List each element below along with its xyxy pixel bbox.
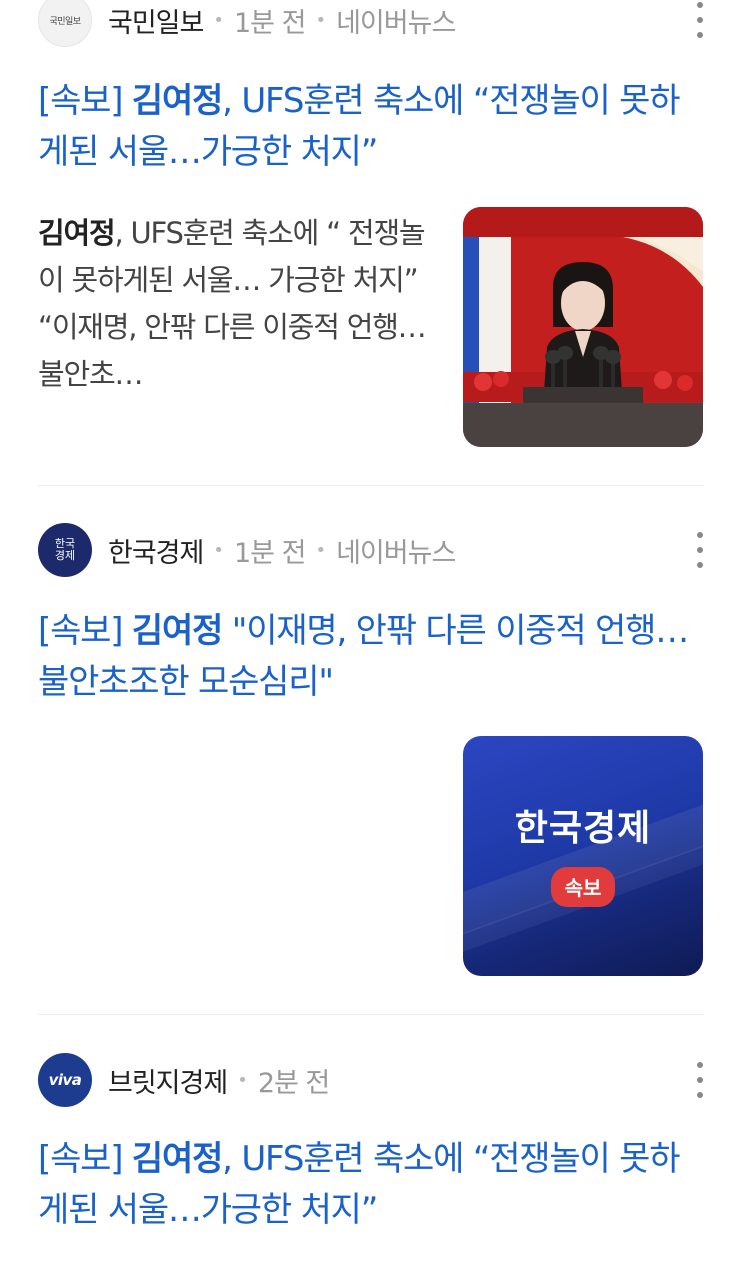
- divider: [38, 1014, 704, 1015]
- source-label[interactable]: 네이버뉴스: [336, 531, 456, 570]
- press-name[interactable]: 한국경제: [108, 531, 204, 570]
- separator-dot: •: [315, 539, 327, 561]
- headline-link[interactable]: [속보] 김여정 "이재명, 안팎 다른 이중적 언행…불안초조한 모순심리": [38, 606, 708, 708]
- press-name[interactable]: 국민일보: [108, 1, 204, 40]
- more-options-icon[interactable]: [694, 532, 706, 568]
- source-label[interactable]: 네이버뉴스: [336, 1, 456, 40]
- article-thumbnail[interactable]: 한국경제 속보: [463, 736, 703, 976]
- article-summary[interactable]: 김여정, UFS훈련 축소에 “ 전쟁놀이 못하게된 서울… 가긍한 처지” “…: [38, 210, 433, 398]
- breaking-badge: 속보: [550, 867, 616, 907]
- headline-keyword: 김여정: [131, 611, 223, 651]
- separator-dot: •: [315, 9, 327, 31]
- separator-dot: •: [237, 1069, 248, 1091]
- more-options-icon[interactable]: [694, 1062, 706, 1098]
- news-item-meta: 한국 경제 한국경제 • 1분 전 • 네이버뉴스: [38, 522, 740, 578]
- press-logo[interactable]: 국민일보: [38, 0, 92, 47]
- headline-link[interactable]: [속보] 김여정, UFS훈련 축소에 “전쟁놀이 못하게된 서울…가긍한 처지…: [38, 76, 708, 178]
- published-time: 1분 전: [234, 7, 306, 39]
- published-time: 1분 전: [234, 537, 306, 569]
- published-time: 2분 전: [257, 1067, 330, 1099]
- press-logo[interactable]: 한국 경제: [38, 523, 92, 577]
- separator-dot: •: [213, 539, 224, 561]
- news-item-meta: viva 브릿지경제 • 2분 전: [38, 1052, 740, 1108]
- divider: [38, 485, 704, 486]
- news-item-meta: 국민일보 국민일보 • 1분 전 • 네이버뉴스: [38, 0, 740, 48]
- press-name[interactable]: 브릿지경제: [108, 1061, 228, 1100]
- headline-keyword: 김여정: [131, 81, 223, 121]
- headline-keyword: 김여정: [131, 1139, 223, 1179]
- article-thumbnail[interactable]: [463, 207, 703, 447]
- speaker-photo-image: [463, 207, 703, 447]
- separator-dot: •: [213, 9, 224, 31]
- thumbnail-title: 한국경제: [514, 808, 652, 849]
- press-logo[interactable]: viva: [38, 1053, 92, 1107]
- more-options-icon[interactable]: [694, 2, 706, 38]
- summary-keyword: 김여정: [38, 216, 116, 250]
- headline-link[interactable]: [속보] 김여정, UFS훈련 축소에 “전쟁놀이 못하게된 서울…가긍한 처지…: [38, 1134, 708, 1236]
